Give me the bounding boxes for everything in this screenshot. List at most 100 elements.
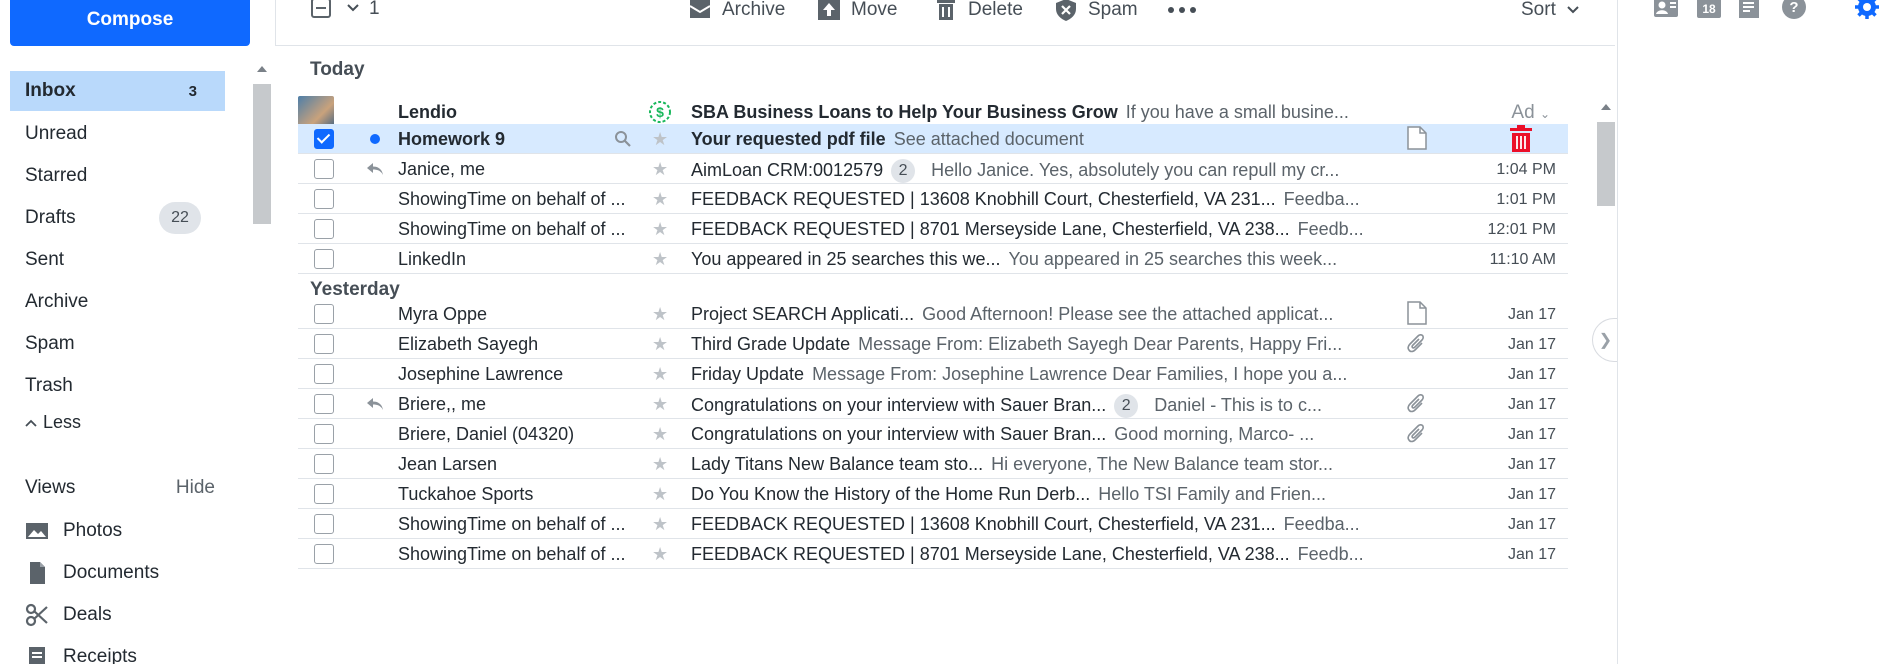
view-photos[interactable]: Photos: [25, 519, 122, 543]
scroll-thumb[interactable]: [253, 84, 271, 224]
spam-button[interactable]: Spam: [1054, 0, 1138, 22]
ad-menu[interactable]: Ad ⌄: [1511, 102, 1550, 124]
notepad-icon[interactable]: [1736, 0, 1762, 20]
sidebar-scrollbar[interactable]: [251, 60, 273, 224]
select-all-checkbox[interactable]: [311, 0, 331, 18]
message-row[interactable]: ShowingTime on behalf of ... ★ FEEDBACK RE…: [298, 509, 1568, 539]
message-checkbox[interactable]: [314, 219, 334, 239]
help-icon[interactable]: ?: [1781, 0, 1807, 20]
star-icon[interactable]: ★: [652, 424, 668, 445]
message-snippet: See attached document: [893, 129, 1084, 149]
star-icon[interactable]: ★: [652, 249, 668, 270]
views-header: Views Hide: [25, 477, 215, 499]
message-checkbox[interactable]: [314, 544, 334, 564]
message-preview: Do You Know the History of the Home Run …: [691, 484, 1451, 505]
scroll-thumb[interactable]: [1597, 122, 1615, 206]
message-row[interactable]: Elizabeth Sayegh ★ Third Grade Update Messa…: [298, 329, 1568, 359]
message-checkbox[interactable]: [314, 334, 334, 354]
message-row[interactable]: ShowingTime on behalf of ... ★ FEEDBACK RE…: [298, 214, 1568, 244]
folder-starred[interactable]: Starred: [10, 156, 225, 196]
view-deals[interactable]: Deals: [25, 603, 112, 627]
paperclip-icon[interactable]: [1406, 422, 1428, 446]
message-row[interactable]: Josephine Lawrence ★ Friday Update Message …: [298, 359, 1568, 389]
archive-button[interactable]: Archive: [688, 0, 785, 22]
view-receipts[interactable]: Receipts: [25, 645, 137, 664]
star-icon[interactable]: ★: [652, 484, 668, 505]
settings-gear-icon[interactable]: [1854, 0, 1880, 20]
message-checkbox[interactable]: [314, 304, 334, 324]
star-icon[interactable]: ★: [652, 189, 668, 210]
message-checkbox[interactable]: [314, 394, 334, 414]
message-row[interactable]: Myra Oppe ★ Project SEARCH Applicati... Goo…: [298, 299, 1568, 329]
message-row[interactable]: Jean Larsen ★ Lady Titans New Balance team…: [298, 449, 1568, 479]
delete-button[interactable]: Delete: [934, 0, 1023, 22]
star-icon[interactable]: ★: [652, 219, 668, 240]
replied-arrow-icon: [367, 398, 383, 410]
folder-spam[interactable]: Spam: [10, 324, 225, 364]
sender-name: Janice, me: [398, 159, 486, 179]
folder-sent[interactable]: Sent: [10, 240, 225, 280]
star-icon[interactable]: ★: [652, 394, 668, 415]
contacts-icon[interactable]: [1653, 0, 1679, 20]
chevron-right-icon: ❯: [1598, 332, 1613, 349]
star-icon[interactable]: ★: [652, 544, 668, 565]
folder-unread[interactable]: Unread: [10, 114, 225, 154]
message-list-scrollbar[interactable]: [1595, 100, 1617, 664]
more-actions-button[interactable]: [1167, 0, 1197, 22]
selected-count: 1: [369, 0, 380, 19]
star-icon[interactable]: ★: [652, 129, 668, 150]
message-preview: FEEDBACK REQUESTED | 13608 Knobhill Cour…: [691, 514, 1451, 535]
scroll-up-arrow-icon[interactable]: [257, 66, 267, 72]
move-button[interactable]: Move: [817, 0, 897, 22]
hide-views-link[interactable]: Hide: [176, 477, 215, 499]
message-row[interactable]: Briere,, me ★ Congratulations on your inte…: [298, 389, 1568, 419]
message-row[interactable]: ShowingTime on behalf of ... ★ FEEDBACK RE…: [298, 184, 1568, 214]
message-row[interactable]: Tuckahoe Sports ★ Do You Know the History …: [298, 479, 1568, 509]
search-icon[interactable]: [614, 130, 632, 148]
document-attachment-icon[interactable]: [1406, 301, 1428, 325]
folder-inbox[interactable]: Inbox 3: [10, 71, 225, 111]
right-rail: 18 ?: [1617, 0, 1880, 664]
message-checkbox[interactable]: [314, 424, 334, 444]
message-checkbox[interactable]: [314, 364, 334, 384]
message-checkbox[interactable]: [314, 514, 334, 534]
folder-drafts[interactable]: Drafts 22: [10, 198, 225, 238]
less-toggle[interactable]: Less: [25, 412, 81, 433]
more-dots-icon: [1168, 7, 1196, 13]
message-row[interactable]: LinkedIn ★ You appeared in 25 searches thi…: [298, 244, 1568, 274]
message-row[interactable]: Briere, Daniel (04320) ★ Congratulations o…: [298, 419, 1568, 449]
compose-button[interactable]: Compose: [10, 0, 250, 46]
message-checkbox[interactable]: [314, 129, 334, 149]
message-row[interactable]: Janice, me ★ AimLoan CRM:0012579 2 Hello Jan…: [298, 154, 1568, 184]
star-icon[interactable]: ★: [652, 334, 668, 355]
calendar-icon[interactable]: 18: [1696, 0, 1722, 20]
delete-trash-icon[interactable]: [1508, 125, 1534, 153]
svg-text:$: $: [656, 104, 664, 120]
message-checkbox[interactable]: [314, 249, 334, 269]
message-checkbox[interactable]: [314, 484, 334, 504]
calendar-day: 18: [1702, 2, 1716, 16]
folder-trash[interactable]: Trash: [10, 366, 225, 406]
sort-button[interactable]: Sort: [1521, 0, 1580, 22]
view-documents[interactable]: Documents: [25, 561, 159, 585]
message-checkbox[interactable]: [314, 189, 334, 209]
message-row[interactable]: Homework 9 ★ Your requested pdf file See at…: [298, 124, 1568, 154]
paperclip-icon[interactable]: [1406, 392, 1428, 416]
star-icon[interactable]: ★: [652, 304, 668, 325]
svg-text:?: ?: [1789, 0, 1798, 16]
chevron-down-icon[interactable]: [346, 3, 360, 13]
star-icon[interactable]: ★: [652, 454, 668, 475]
folder-archive[interactable]: Archive: [10, 282, 225, 322]
message-time: Jan 17: [1507, 516, 1556, 533]
message-checkbox[interactable]: [314, 454, 334, 474]
star-icon[interactable]: ★: [652, 514, 668, 535]
document-attachment-icon[interactable]: [1406, 126, 1428, 150]
paperclip-icon[interactable]: [1406, 332, 1428, 356]
scroll-up-arrow-icon[interactable]: [1601, 104, 1611, 110]
message-row[interactable]: ShowingTime on behalf of ... ★ FEEDBACK RE…: [298, 539, 1568, 569]
star-icon[interactable]: ★: [652, 159, 668, 180]
message-checkbox[interactable]: [314, 159, 334, 179]
star-icon[interactable]: ★: [652, 364, 668, 385]
chevron-down-icon: ⌄: [1539, 107, 1550, 121]
trash-icon: [937, 0, 955, 20]
